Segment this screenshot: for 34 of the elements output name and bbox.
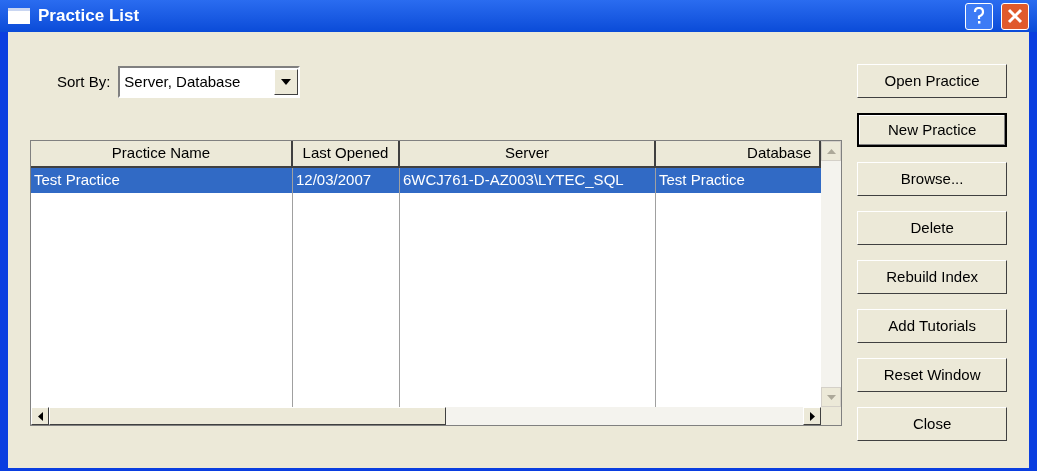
dialog-button[interactable]: Reset Window: [857, 358, 1007, 392]
table-cell[interactable]: Test Practice: [31, 168, 293, 193]
table-cell[interactable]: 12/03/2007: [293, 168, 400, 193]
table-cell[interactable]: Test Practice: [656, 168, 822, 193]
dialog-button[interactable]: New Practice: [857, 113, 1007, 147]
help-button[interactable]: [965, 2, 993, 30]
dialog-button[interactable]: Close: [857, 407, 1007, 441]
right-arrow-icon: [809, 411, 815, 421]
dropdown-arrow-button[interactable]: [274, 69, 299, 95]
dialog-button[interactable]: Open Practice: [857, 64, 1007, 98]
left-arrow-icon: [37, 411, 43, 421]
sort-by-dropdown[interactable]: Server, Database: [118, 66, 301, 98]
dialog-button[interactable]: Rebuild Index: [857, 260, 1007, 294]
scroll-thumb[interactable]: [49, 407, 446, 425]
up-arrow-icon: [826, 148, 836, 154]
window-title: Practice List: [38, 5, 141, 28]
column-header[interactable]: Last Opened: [293, 141, 400, 168]
dialog-button[interactable]: Add Tutorials: [857, 309, 1007, 343]
horizontal-scrollbar[interactable]: [31, 407, 822, 425]
window-icon: [8, 8, 30, 24]
column-header[interactable]: Database: [656, 141, 822, 168]
dropdown-value: Server, Database: [123, 71, 242, 92]
down-arrow-icon: [826, 394, 836, 400]
sort-by-label: Sort By:: [57, 71, 111, 92]
table-cell[interactable]: 6WCJ761-D-AZ003\LYTEC_SQL: [400, 168, 656, 193]
caret-icon: [281, 79, 292, 85]
help-icon: [973, 7, 985, 25]
close-icon: [1007, 8, 1023, 24]
close-button[interactable]: [1001, 2, 1029, 30]
column-header[interactable]: Server: [400, 141, 656, 168]
dialog-button[interactable]: Browse...: [857, 162, 1007, 196]
column-header[interactable]: Practice Name: [31, 141, 293, 168]
dialog-button[interactable]: Delete: [857, 211, 1007, 245]
vertical-scrollbar[interactable]: [821, 141, 842, 407]
